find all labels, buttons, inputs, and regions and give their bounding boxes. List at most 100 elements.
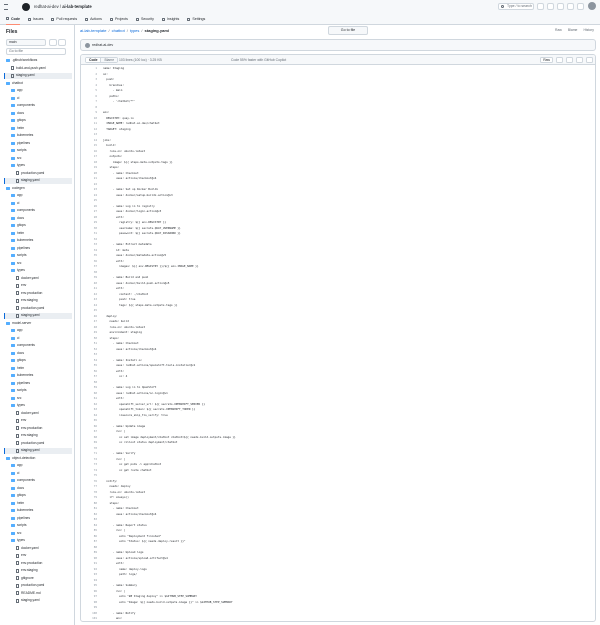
tree-folder[interactable]: app <box>4 328 72 334</box>
pull-requests-icon[interactable] <box>567 3 574 10</box>
tree-folder[interactable]: scripts <box>4 388 72 394</box>
tree-folder[interactable]: docs <box>4 216 72 222</box>
tree-file[interactable]: staging.yaml <box>4 73 72 79</box>
tree-file[interactable]: staging.yaml <box>4 448 72 454</box>
tab-blame[interactable]: Blame <box>101 58 118 62</box>
line-number[interactable]: 31 <box>81 231 103 236</box>
tree-folder[interactable]: helm <box>4 501 72 507</box>
line-number[interactable]: 29 <box>81 220 103 225</box>
tree-folder[interactable]: src <box>4 531 72 537</box>
tree-folder[interactable]: kubernetes <box>4 133 72 139</box>
line-number[interactable]: 101 <box>81 616 103 621</box>
inbox-icon[interactable] <box>577 3 584 10</box>
add-file-icon[interactable] <box>49 39 57 46</box>
line-number[interactable]: 13 <box>81 132 103 137</box>
line-number[interactable]: 47 <box>81 319 103 324</box>
tree-file[interactable]: docker.yaml <box>4 276 72 282</box>
line-number[interactable]: 71 <box>81 451 103 456</box>
copilot-icon[interactable] <box>537 3 544 10</box>
line-number[interactable]: 84 <box>81 523 103 528</box>
line-number[interactable]: 60 <box>81 391 103 396</box>
tree-folder[interactable]: helm <box>4 231 72 237</box>
line-number[interactable]: 94 <box>81 578 103 583</box>
line-number[interactable]: 3 <box>81 77 103 82</box>
avatar[interactable] <box>588 2 596 10</box>
line-number[interactable]: 35 <box>81 253 103 258</box>
tree-folder[interactable]: .github/workflows <box>4 58 72 64</box>
tree-folder[interactable]: types <box>4 163 72 169</box>
line-number[interactable]: 56 <box>81 369 103 374</box>
line-number[interactable]: 73 <box>81 462 103 467</box>
tree-file[interactable]: build-and-push.yaml <box>4 66 72 72</box>
tree-file[interactable]: staging.yaml <box>4 178 72 184</box>
tree-folder[interactable]: components <box>4 208 72 214</box>
line-number[interactable]: 57 <box>81 374 103 379</box>
breadcrumb-link[interactable]: types <box>130 28 140 33</box>
tree-folder[interactable]: kubernetes <box>4 373 72 379</box>
tree-folder[interactable]: scripts <box>4 523 72 529</box>
line-number[interactable]: 5 <box>81 88 103 93</box>
line-number[interactable]: 25 <box>81 198 103 203</box>
tree-folder[interactable]: helm <box>4 366 72 372</box>
line-number[interactable]: 24 <box>81 193 103 198</box>
tree-folder[interactable]: chatbot <box>4 81 72 87</box>
tree-folder[interactable]: codegen <box>4 186 72 192</box>
line-number[interactable]: 37 <box>81 264 103 269</box>
tree-folder[interactable]: ci <box>4 201 72 207</box>
line-number[interactable]: 58 <box>81 380 103 385</box>
line-number[interactable]: 53 <box>81 352 103 357</box>
raw-button[interactable]: Raw <box>540 57 553 63</box>
line-number[interactable]: 72 <box>81 457 103 462</box>
tree-folder[interactable]: ci <box>4 96 72 102</box>
tree-folder[interactable]: helm <box>4 126 72 132</box>
line-number[interactable]: 19 <box>81 165 103 170</box>
tree-folder[interactable]: pipelines <box>4 141 72 147</box>
tree-file[interactable]: production.yaml <box>4 306 72 312</box>
tree-folder[interactable]: docs <box>4 486 72 492</box>
line-number[interactable]: 81 <box>81 506 103 511</box>
line-number[interactable]: 89 <box>81 550 103 555</box>
tab-settings[interactable]: Settings <box>187 13 205 25</box>
tree-folder[interactable]: pipelines <box>4 516 72 522</box>
line-number[interactable]: 67 <box>81 429 103 434</box>
line-number[interactable]: 10 <box>81 116 103 121</box>
line-number[interactable]: 12 <box>81 127 103 132</box>
tree-folder[interactable]: docs <box>4 351 72 357</box>
line-number[interactable]: 40 <box>81 281 103 286</box>
tree-folder[interactable]: components <box>4 103 72 109</box>
issues-icon[interactable] <box>557 3 564 10</box>
plus-icon[interactable] <box>547 3 554 10</box>
tree-folder[interactable]: gitops <box>4 223 72 229</box>
line-number[interactable]: 11 <box>81 121 103 126</box>
line-number[interactable]: 51 <box>81 341 103 346</box>
tree-folder[interactable]: scripts <box>4 148 72 154</box>
line-number[interactable]: 91 <box>81 561 103 566</box>
line-number[interactable]: 95 <box>81 583 103 588</box>
line-number[interactable]: 14 <box>81 138 103 143</box>
line-number[interactable]: 33 <box>81 242 103 247</box>
line-number[interactable]: 78 <box>81 490 103 495</box>
history-link[interactable]: History <box>583 28 594 32</box>
tree-folder[interactable]: docs <box>4 111 72 117</box>
github-logo-icon[interactable] <box>22 2 30 11</box>
line-number[interactable]: 96 <box>81 589 103 594</box>
search-icon[interactable] <box>58 39 66 46</box>
breadcrumb-link[interactable]: ai-lab-template <box>80 28 106 33</box>
line-number[interactable]: 1 <box>81 66 103 71</box>
raw-link[interactable]: Raw <box>555 28 562 32</box>
blame-link[interactable]: Blame <box>568 28 578 32</box>
line-number[interactable]: 65 <box>81 418 103 423</box>
tree-file[interactable]: docker.yaml <box>4 546 72 552</box>
tree-file[interactable]: env.production <box>4 291 72 297</box>
download-icon[interactable] <box>566 57 573 63</box>
tree-folder[interactable]: kubernetes <box>4 238 72 244</box>
line-number[interactable]: 87 <box>81 539 103 544</box>
more-options-icon[interactable] <box>586 57 593 63</box>
owner-link[interactable]: redhat-ai-dev <box>34 4 59 9</box>
line-number[interactable]: 17 <box>81 154 103 159</box>
tree-folder[interactable]: scripts <box>4 253 72 259</box>
copy-icon[interactable] <box>556 57 563 63</box>
tree-file[interactable]: docker.yaml <box>4 411 72 417</box>
line-number[interactable]: 43 <box>81 297 103 302</box>
tree-file[interactable]: production.yaml <box>4 441 72 447</box>
